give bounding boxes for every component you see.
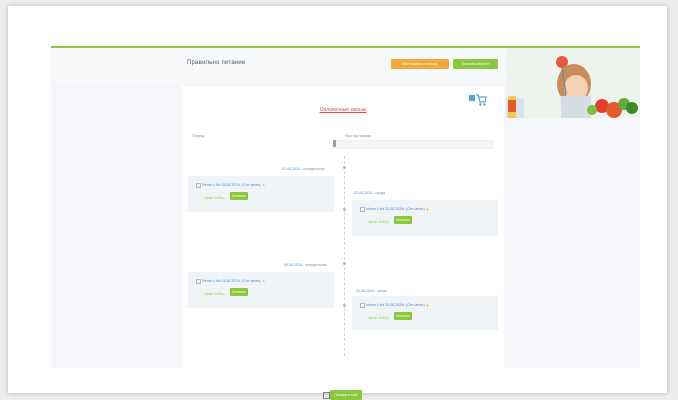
warning-icon: ▲: [261, 279, 266, 283]
select-checkbox[interactable]: [196, 183, 201, 188]
timeline-dot: [343, 304, 346, 307]
orders-content: Оплаченные заказы Период Мои программы 0…: [182, 86, 504, 400]
select-checkbox[interactable]: [360, 207, 365, 212]
programs-label: Мои программы: [345, 134, 372, 138]
order-title[interactable]: Меню 4 На 20.06.2024г. (Сет меню) ▲: [366, 303, 429, 307]
timeline-dot: [343, 166, 346, 169]
order-price: Цена: 0.00 р: [368, 316, 389, 320]
site-logo[interactable]: Правильно питание: [187, 60, 246, 66]
girl-with-vegetables-illustration: [506, 48, 640, 118]
calendar-icon[interactable]: [323, 392, 330, 399]
entry-date: 22.05.2024 - среда: [354, 191, 386, 195]
order-title[interactable]: Меню 4 На 04.06.2024г. (Сет меню) ▲: [202, 279, 265, 283]
order-title[interactable]: Меню 4 На 22.05.2024г. (Сет меню) ▲: [366, 207, 429, 211]
order-title[interactable]: Меню 4 На 05.05.2024г. (Сет меню) ▲: [202, 183, 265, 187]
select-checkbox[interactable]: [196, 279, 201, 284]
order-card: Меню 4 На 05.05.2024г. (Сет меню) ▲ Цена…: [188, 176, 334, 212]
pay-button[interactable]: Оплатить: [394, 216, 412, 224]
period-label: Период: [192, 134, 205, 138]
hero-image: [506, 48, 640, 118]
entry-date: 04.06.2024 - понедельник: [284, 263, 327, 267]
my-orders-button[interactable]: Мои заказы и отзывы: [391, 59, 449, 69]
show-more-button[interactable]: Показать ещё: [330, 390, 362, 400]
warning-icon: ▲: [425, 207, 430, 211]
order-price: Цена: 0.00 р: [204, 292, 225, 296]
pay-button[interactable]: Оплатить: [394, 312, 412, 320]
order-price: Цена: 0.00 р: [204, 196, 225, 200]
entry-date: 01.05.2024 - понедельник: [282, 167, 325, 171]
pay-button[interactable]: Оплатить: [230, 288, 248, 296]
timeline-dot: [343, 262, 346, 265]
warning-icon: ▲: [425, 303, 430, 307]
order-card: Меню 4 На 22.05.2024г. (Сет меню) ▲ Цена…: [352, 200, 498, 236]
timeline-line: [344, 156, 345, 356]
select-checkbox[interactable]: [360, 303, 365, 308]
site-page: Правильно питание Мои заказы и отзывы Ли…: [51, 46, 640, 400]
order-card: Меню 4 На 20.06.2024г. (Сет меню) ▲ Цена…: [352, 296, 498, 330]
pay-button[interactable]: Оплатить: [230, 192, 248, 200]
programs-select[interactable]: [333, 140, 493, 149]
document-page: Правильно питание Мои заказы и отзывы Ли…: [8, 6, 667, 400]
account-button[interactable]: Личный кабинет: [453, 59, 498, 69]
entry-date: 20.06.2024 - среда: [356, 289, 388, 293]
order-card: Меню 4 На 04.06.2024г. (Сет меню) ▲ Цена…: [188, 272, 334, 308]
page-title: Оплаченные заказы: [319, 107, 367, 113]
cart-icon[interactable]: [469, 93, 487, 107]
warning-icon: ▲: [261, 183, 266, 187]
timeline-dot: [343, 208, 346, 211]
select-handle[interactable]: [333, 140, 336, 147]
order-price: Цена: 0.00 р: [368, 220, 389, 224]
